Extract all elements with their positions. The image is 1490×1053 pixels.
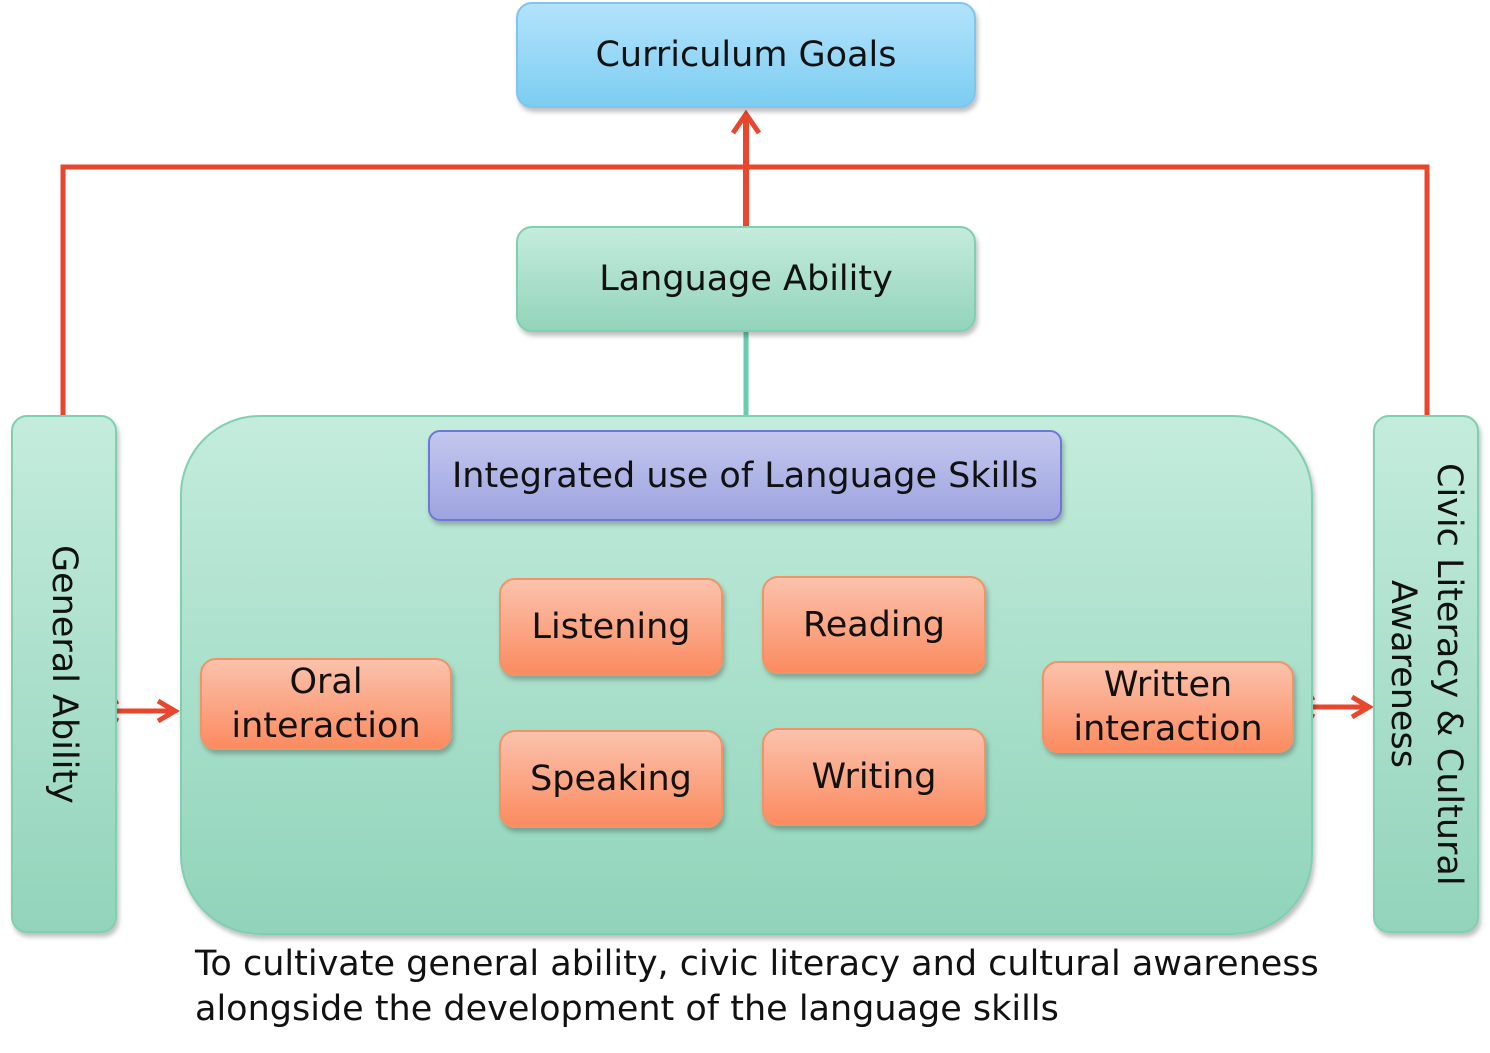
language-ability-box: Language Ability — [516, 226, 976, 332]
oral-interaction-label: Oral interaction — [231, 662, 421, 746]
integrated-skills-label: Integrated use of Language Skills — [451, 455, 1039, 496]
writing-box: Writing — [762, 728, 986, 826]
language-ability-label: Language Ability — [599, 259, 893, 299]
civic-literacy-box: Civic Literacy & Cultural Awareness — [1373, 415, 1479, 933]
reading-label: Reading — [802, 605, 946, 645]
caption-line-2: alongside the development of the languag… — [195, 989, 1059, 1029]
writing-label: Writing — [811, 757, 937, 797]
civic-literacy-label: Civic Literacy & Cultural Awareness — [1383, 462, 1469, 886]
speaking-box: Speaking — [499, 730, 723, 828]
listening-label: Listening — [531, 607, 691, 647]
diagram-caption: To cultivate general ability, civic lite… — [195, 942, 1395, 1032]
curriculum-goals-box: Curriculum Goals — [516, 2, 976, 108]
speaking-label: Speaking — [530, 759, 692, 799]
written-interaction-box: Written interaction — [1042, 661, 1294, 753]
caption-line-1: To cultivate general ability, civic lite… — [195, 944, 1319, 984]
listening-box: Listening — [499, 578, 723, 676]
oral-interaction-box: Oral interaction — [200, 658, 452, 750]
written-interaction-label: Written interaction — [1073, 665, 1263, 749]
general-ability-box: General Ability — [11, 415, 117, 933]
reading-box: Reading — [762, 576, 986, 674]
integrated-skills-box: Integrated use of Language Skills — [428, 430, 1062, 521]
general-ability-label: General Ability — [44, 544, 84, 804]
curriculum-goals-label: Curriculum Goals — [595, 35, 897, 75]
